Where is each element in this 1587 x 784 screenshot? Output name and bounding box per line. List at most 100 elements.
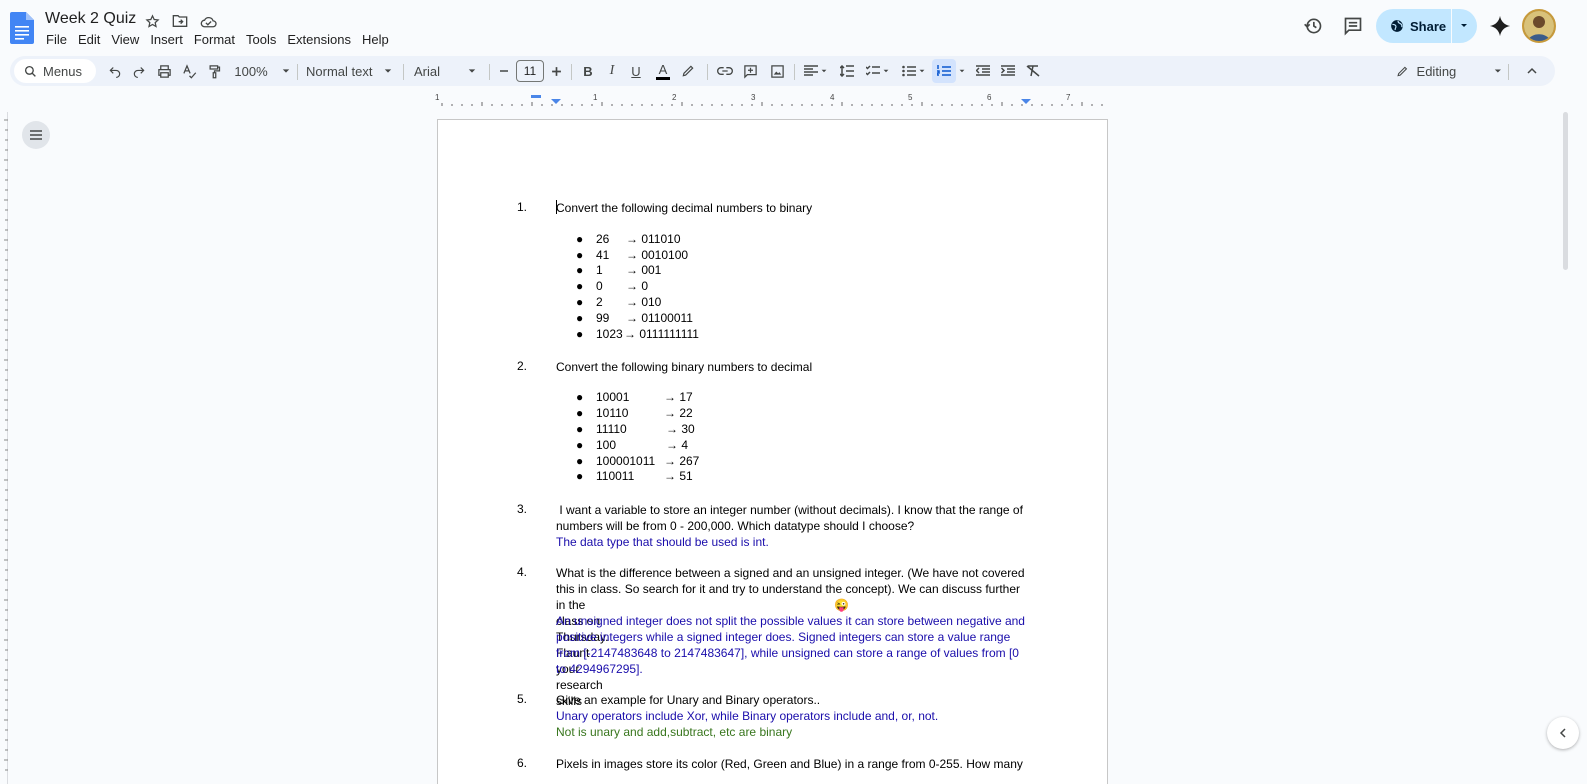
- chevron-down-icon: [468, 69, 476, 73]
- menu-bar: File Edit View Insert Format Tools Exten…: [46, 32, 400, 47]
- move-folder-icon[interactable]: [170, 11, 190, 31]
- question-text[interactable]: What is the difference between a signed …: [556, 565, 1036, 581]
- decrease-font-size-icon[interactable]: [496, 56, 512, 86]
- document-title[interactable]: Week 2 Quiz: [45, 10, 136, 28]
- horizontal-ruler[interactable]: 1 1 2 3 4 5 6 7: [435, 93, 1108, 107]
- toolbar-divider: [403, 64, 404, 80]
- undo-icon[interactable]: [103, 56, 127, 86]
- collapse-toolbar-icon[interactable]: [1520, 56, 1544, 86]
- question-number: 3.: [517, 502, 528, 516]
- menus-label: Menus: [43, 63, 83, 79]
- menu-insert[interactable]: Insert: [150, 32, 190, 47]
- bulleted-list-icon[interactable]: [898, 56, 928, 86]
- answer-text[interactable]: Not is unary and add,subtract, etc are b…: [556, 724, 1036, 740]
- text-color-label: A: [658, 61, 668, 77]
- menu-edit[interactable]: Edit: [78, 32, 107, 47]
- cloud-saved-icon[interactable]: [198, 11, 218, 31]
- version-history-icon[interactable]: [1301, 14, 1325, 38]
- menu-view[interactable]: View: [111, 32, 146, 47]
- increase-font-size-icon[interactable]: [548, 56, 564, 86]
- line-spacing-icon[interactable]: [835, 56, 859, 86]
- avatar[interactable]: [1522, 9, 1556, 43]
- zoom-select[interactable]: 100%: [232, 56, 292, 86]
- link-icon[interactable]: [713, 56, 737, 86]
- clear-formatting-icon[interactable]: [1021, 56, 1045, 86]
- menu-format[interactable]: Format: [194, 32, 242, 47]
- docs-logo-icon[interactable]: [10, 12, 34, 44]
- share-button[interactable]: Share: [1376, 9, 1477, 43]
- editing-mode-select[interactable]: Editing: [1392, 56, 1502, 86]
- toolbar-divider: [571, 64, 572, 80]
- menu-extensions[interactable]: Extensions: [287, 32, 358, 47]
- font-value: Arial: [414, 63, 441, 79]
- answer-text[interactable]: positive integers while a signed integer…: [556, 629, 1036, 645]
- share-dropdown-icon[interactable]: [1459, 20, 1469, 30]
- highlight-icon[interactable]: [676, 56, 700, 86]
- print-icon[interactable]: [152, 56, 176, 86]
- underline-button[interactable]: U: [624, 56, 648, 86]
- menu-tools[interactable]: Tools: [246, 32, 283, 47]
- font-size-input[interactable]: 11: [516, 60, 544, 82]
- toolbar-divider: [1508, 64, 1509, 80]
- comments-icon[interactable]: [1341, 14, 1365, 38]
- question-text[interactable]: this in class. So search for it and try …: [556, 581, 1036, 597]
- vertical-ruler-ticks: [4, 119, 8, 771]
- font-select[interactable]: Arial: [414, 56, 482, 86]
- answer-text[interactable]: An unsigned integer does not split the p…: [556, 613, 1036, 629]
- answer-text[interactable]: The data type that should be used is int…: [556, 534, 1036, 550]
- menu-file[interactable]: File: [46, 32, 74, 47]
- question-text[interactable]: numbers will be from 0 - 200,000. Which …: [556, 518, 1036, 534]
- paragraph-style-select[interactable]: Normal text: [306, 56, 396, 86]
- ruler-label: 1: [593, 93, 598, 102]
- menu-help[interactable]: Help: [362, 32, 396, 47]
- ruler-label: 3: [751, 93, 756, 102]
- add-comment-icon[interactable]: [738, 56, 762, 86]
- answer-text[interactable]: from [-2147483648 to 2147483647], while …: [556, 645, 1036, 661]
- numbered-list-icon[interactable]: [932, 59, 956, 83]
- emoji-icon: 😜: [834, 598, 849, 612]
- ruler-label: 4: [830, 93, 835, 102]
- google-docs-window: Week 2 Quiz File Edit View Insert Format…: [0, 0, 1587, 784]
- question-text[interactable]: Give an example for Unary and Binary ope…: [556, 692, 1036, 708]
- paragraph-style-value: Normal text: [306, 63, 373, 79]
- star-icon[interactable]: [142, 11, 162, 31]
- chevron-down-icon: [385, 69, 392, 73]
- decrease-indent-icon[interactable]: [971, 56, 995, 86]
- vertical-scrollbar[interactable]: [1563, 112, 1568, 270]
- italic-button[interactable]: I: [600, 56, 624, 86]
- document-page[interactable]: 1. Convert the following decimal numbers…: [437, 119, 1108, 784]
- checklist-icon[interactable]: [862, 56, 892, 86]
- search-icon: [24, 65, 36, 77]
- gemini-sparkle-icon[interactable]: [1488, 14, 1512, 38]
- document-outline-button[interactable]: [22, 121, 50, 149]
- increase-indent-icon[interactable]: [996, 56, 1020, 86]
- question-text[interactable]: Pixels in images store its color (Red, G…: [556, 756, 1036, 772]
- ruler-label: 6: [987, 93, 992, 102]
- align-icon[interactable]: [800, 56, 830, 86]
- question-number: 5.: [517, 692, 528, 706]
- question-text[interactable]: I want a variable to store an integer nu…: [556, 502, 1036, 518]
- ruler-label: 1: [435, 93, 440, 102]
- spellcheck-icon[interactable]: [177, 56, 201, 86]
- vertical-ruler[interactable]: [0, 112, 8, 784]
- bold-button[interactable]: B: [576, 56, 600, 86]
- paint-format-icon[interactable]: [202, 56, 226, 86]
- menus-search-button[interactable]: Menus: [14, 59, 96, 83]
- title-bar: Week 2 Quiz File Edit View Insert Format…: [0, 0, 1587, 52]
- text-color-button[interactable]: A: [651, 56, 675, 86]
- redo-icon[interactable]: [127, 56, 151, 86]
- answer-text[interactable]: to 4294967295].: [556, 661, 1036, 677]
- ruler-label: 7: [1066, 93, 1071, 102]
- chevron-left-icon: [1559, 728, 1566, 738]
- side-panel-toggle-button[interactable]: [1547, 717, 1579, 749]
- title-icons: [142, 11, 218, 31]
- toolbar: Menus 100% Normal text Arial 11 B I U A: [10, 56, 1555, 86]
- toolbar-divider: [707, 64, 708, 80]
- answer-text[interactable]: Unary operators include Xor, while Binar…: [556, 708, 1036, 724]
- insert-image-icon[interactable]: [765, 56, 789, 86]
- list-icon: [30, 130, 42, 140]
- question-text[interactable]: Convert the following decimal numbers to…: [556, 200, 1036, 216]
- pencil-icon: [1397, 66, 1408, 76]
- numbered-list-dropdown-icon[interactable]: [956, 56, 968, 86]
- question-text[interactable]: Convert the following binary numbers to …: [556, 359, 1036, 375]
